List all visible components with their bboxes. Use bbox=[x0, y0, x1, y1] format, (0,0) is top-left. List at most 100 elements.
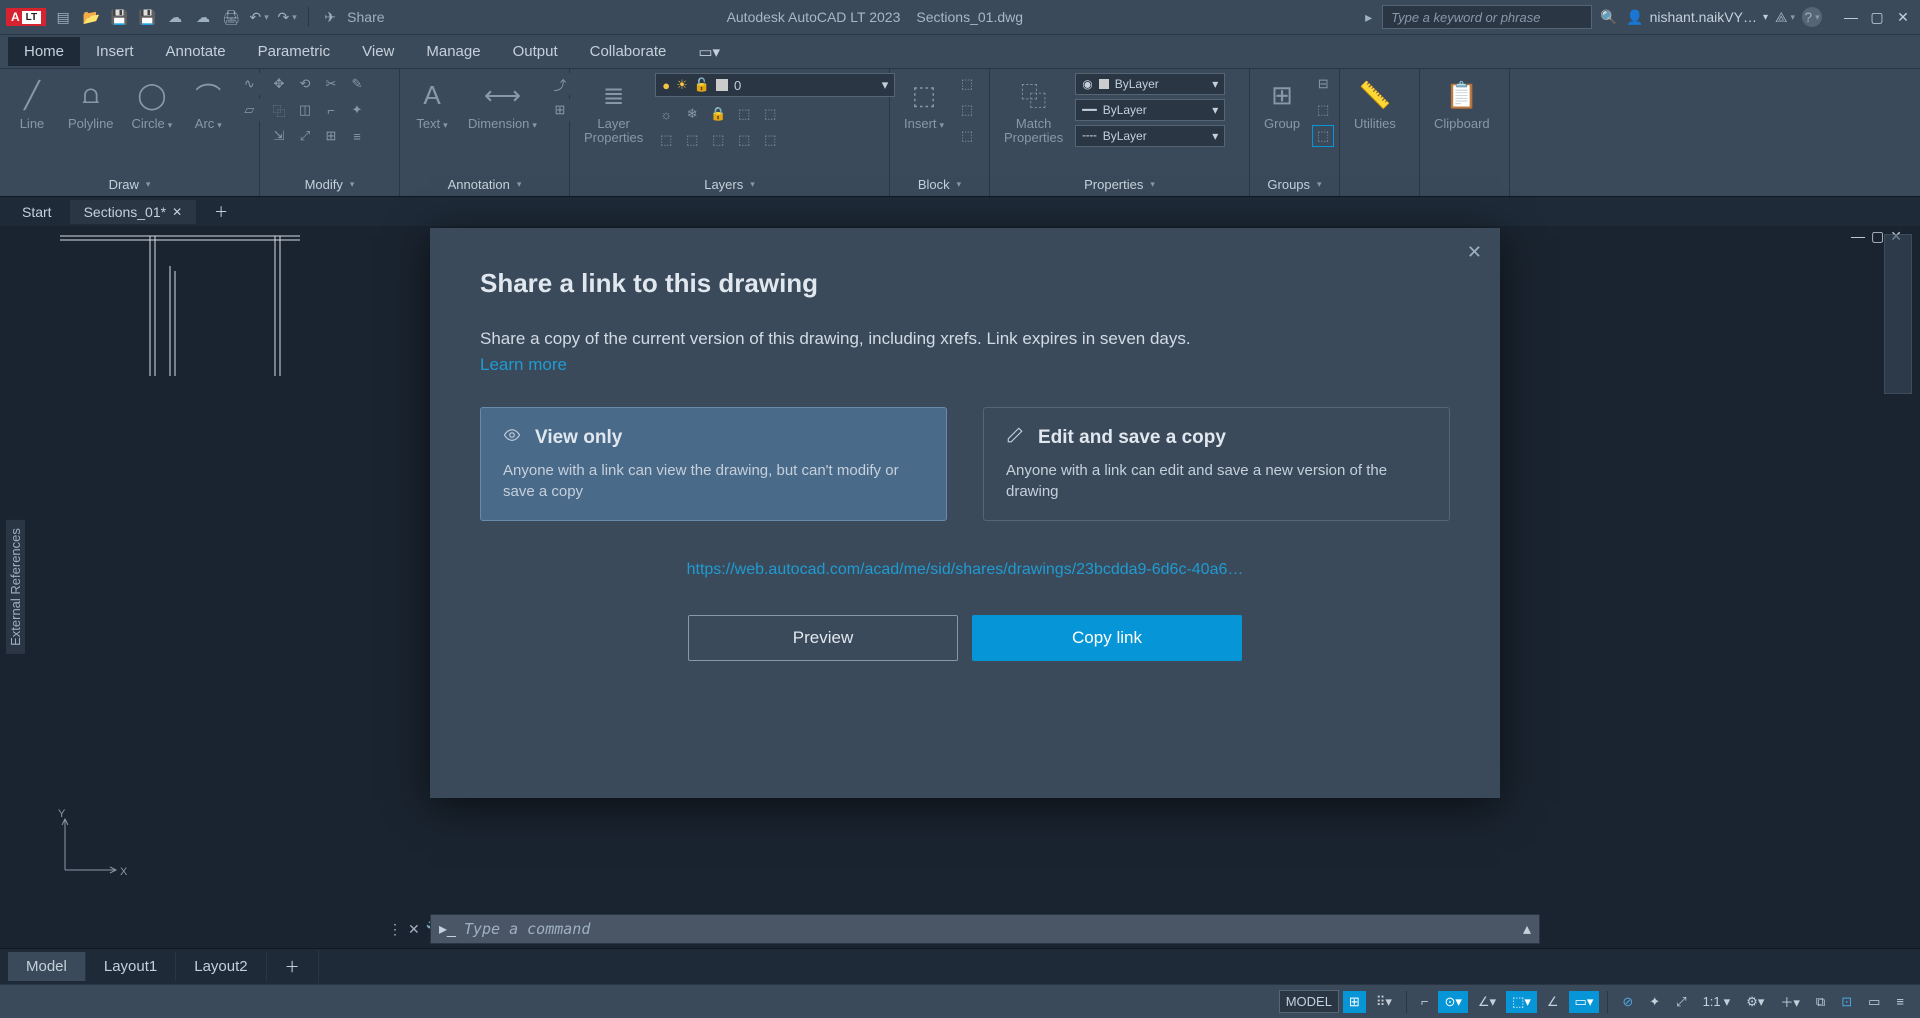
mini-tool[interactable]: ⬚ bbox=[707, 129, 729, 151]
panel-title-draw[interactable]: Draw bbox=[8, 175, 251, 194]
minimize-button[interactable]: — bbox=[1840, 6, 1862, 28]
status-osnap-icon[interactable]: ⬚▾ bbox=[1506, 991, 1537, 1013]
navigation-bar[interactable] bbox=[1884, 234, 1912, 394]
layout-model[interactable]: Model bbox=[8, 952, 86, 981]
status-iso-icon[interactable]: ∠▾ bbox=[1472, 991, 1502, 1013]
status-scale[interactable]: 1:1▾ bbox=[1697, 991, 1737, 1013]
tab-home[interactable]: Home bbox=[8, 37, 80, 66]
layout-add[interactable]: ＋ bbox=[267, 950, 319, 983]
ungroup-icon[interactable]: ⊟ bbox=[1312, 73, 1334, 95]
tool-group[interactable]: ⊞Group bbox=[1258, 73, 1306, 135]
new-icon[interactable]: ▤ bbox=[52, 6, 74, 28]
vp-minimize-icon[interactable]: — bbox=[1851, 228, 1865, 245]
tool-clipboard[interactable]: 📋Clipboard bbox=[1428, 73, 1496, 135]
cmd-close-icon[interactable]: ✕ bbox=[408, 921, 420, 938]
linetype-dropdown[interactable]: ╌╌ByLayer▾ bbox=[1075, 125, 1225, 147]
rotate-icon[interactable]: ⟲ bbox=[294, 73, 316, 95]
autodesk-app-icon[interactable]: ⟁ bbox=[1774, 6, 1796, 28]
lineweight-dropdown[interactable]: ━━ByLayer▾ bbox=[1075, 99, 1225, 121]
create-block-icon[interactable]: ⬚ bbox=[956, 73, 978, 95]
tab-start[interactable]: Start bbox=[8, 200, 66, 224]
mini-tool[interactable]: ⬚ bbox=[759, 129, 781, 151]
mini-tool[interactable]: ❄ bbox=[681, 103, 703, 125]
maximize-button[interactable]: ▢ bbox=[1866, 6, 1888, 28]
mini-tool[interactable]: ☼ bbox=[655, 103, 677, 125]
group-edit-icon[interactable]: ⬚ bbox=[1312, 99, 1334, 121]
tool-text[interactable]: AText bbox=[408, 73, 456, 135]
web-save-icon[interactable]: ☁ bbox=[192, 6, 214, 28]
open-icon[interactable]: 📂 bbox=[80, 6, 102, 28]
help-icon[interactable]: ? bbox=[1802, 7, 1822, 27]
tool-utilities[interactable]: 📏Utilities bbox=[1348, 73, 1402, 135]
tool-circle[interactable]: ◯Circle bbox=[126, 73, 179, 135]
leader-icon[interactable]: ⤴ bbox=[549, 73, 571, 95]
share-label[interactable]: Share bbox=[347, 6, 384, 28]
panel-title-layers[interactable]: Layers bbox=[578, 175, 881, 194]
tab-collaborate[interactable]: Collaborate bbox=[574, 37, 683, 66]
status-clean-icon[interactable]: ▭ bbox=[1862, 991, 1886, 1013]
mini-tool[interactable]: ⬚ bbox=[733, 103, 755, 125]
tab-view[interactable]: View bbox=[346, 37, 410, 66]
status-tpy-icon[interactable]: ⊘ bbox=[1616, 991, 1639, 1013]
panel-title-modify[interactable]: Modify bbox=[268, 175, 391, 194]
status-lwt-icon[interactable]: ▭▾ bbox=[1569, 991, 1600, 1013]
status-grid-icon[interactable]: ⊞ bbox=[1343, 991, 1366, 1013]
status-model[interactable]: MODEL bbox=[1279, 990, 1339, 1013]
tool-match-properties[interactable]: ⿻Match Properties bbox=[998, 73, 1069, 150]
tool-layer-properties[interactable]: ≣Layer Properties bbox=[578, 73, 649, 150]
panel-title-groups[interactable]: Groups bbox=[1258, 175, 1331, 194]
color-dropdown[interactable]: ◉ByLayer▾ bbox=[1075, 73, 1225, 95]
layer-dropdown[interactable]: ● ☀ 🔓 0 ▾ bbox=[655, 73, 895, 97]
move-icon[interactable]: ✥ bbox=[268, 73, 290, 95]
preview-button[interactable]: Preview bbox=[688, 615, 958, 661]
plot-icon[interactable]: 🖨 bbox=[220, 6, 242, 28]
search-input[interactable]: Type a keyword or phrase bbox=[1382, 5, 1592, 29]
tab-output[interactable]: Output bbox=[497, 37, 574, 66]
option-view-only[interactable]: View only Anyone with a link can view th… bbox=[480, 407, 947, 521]
mini-tool[interactable]: ⬚ bbox=[759, 103, 781, 125]
status-ortho-icon[interactable]: ⌐ bbox=[1415, 991, 1435, 1012]
tab-extra-icon[interactable]: ▭▾ bbox=[682, 37, 736, 67]
status-polar-icon[interactable]: ⊙▾ bbox=[1438, 991, 1467, 1013]
array-icon[interactable]: ⊞ bbox=[320, 125, 342, 147]
status-gear-icon[interactable]: ⚙▾ bbox=[1740, 991, 1770, 1013]
attr-icon[interactable]: ⬚ bbox=[956, 125, 978, 147]
share-url[interactable]: https://web.autocad.com/acad/me/sid/shar… bbox=[480, 561, 1450, 579]
tab-insert[interactable]: Insert bbox=[80, 37, 150, 66]
stretch-icon[interactable]: ⇲ bbox=[268, 125, 290, 147]
layout-1[interactable]: Layout1 bbox=[86, 952, 176, 981]
cmd-menu-icon[interactable]: ⋮ bbox=[388, 921, 402, 938]
redo-icon[interactable]: ↷ bbox=[276, 6, 298, 28]
save-icon[interactable]: 💾 bbox=[108, 6, 130, 28]
command-line[interactable]: ▸_ Type a command ▴ bbox=[430, 914, 1540, 944]
trim-icon[interactable]: ✂ bbox=[320, 73, 342, 95]
tool-dimension[interactable]: ⟷Dimension bbox=[462, 73, 543, 135]
status-anno-icon[interactable]: ✦ bbox=[1643, 991, 1666, 1013]
tool-polyline[interactable]: ⩍Polyline bbox=[62, 73, 120, 135]
tool-arc[interactable]: ⌒Arc bbox=[184, 73, 232, 135]
tab-parametric[interactable]: Parametric bbox=[242, 37, 347, 66]
option-edit-copy[interactable]: Edit and save a copy Anyone with a link … bbox=[983, 407, 1450, 521]
status-qp-icon[interactable]: ⧉ bbox=[1810, 991, 1831, 1013]
tab-file[interactable]: Sections_01* ✕ bbox=[70, 200, 197, 224]
status-units-icon[interactable]: ⊡ bbox=[1835, 991, 1858, 1013]
user-menu[interactable]: 👤 nishant.naikVY… ▾ bbox=[1626, 9, 1768, 26]
search-caret-icon[interactable]: ▸ bbox=[1365, 9, 1372, 26]
web-open-icon[interactable]: ☁ bbox=[164, 6, 186, 28]
mini-tool[interactable]: ⬚ bbox=[655, 129, 677, 151]
copy-link-button[interactable]: Copy link bbox=[972, 615, 1242, 661]
learn-more-link[interactable]: Learn more bbox=[480, 355, 567, 375]
explode-icon[interactable]: ✦ bbox=[346, 99, 368, 121]
mirror-icon[interactable]: ◫ bbox=[294, 99, 316, 121]
tab-annotate[interactable]: Annotate bbox=[150, 37, 242, 66]
mini-tool[interactable]: ⬚ bbox=[733, 129, 755, 151]
panel-title-properties[interactable]: Properties bbox=[998, 175, 1241, 194]
status-otrack-icon[interactable]: ∠ bbox=[1541, 991, 1565, 1013]
tool-line[interactable]: ╱Line bbox=[8, 73, 56, 135]
tab-manage[interactable]: Manage bbox=[410, 37, 496, 66]
tab-close-icon[interactable]: ✕ bbox=[172, 205, 182, 219]
edit-block-icon[interactable]: ⬚ bbox=[956, 99, 978, 121]
search-icon[interactable]: 🔍 bbox=[1598, 6, 1620, 28]
close-button[interactable]: ✕ bbox=[1892, 6, 1914, 28]
mini-tool[interactable]: ∿ bbox=[238, 73, 260, 95]
